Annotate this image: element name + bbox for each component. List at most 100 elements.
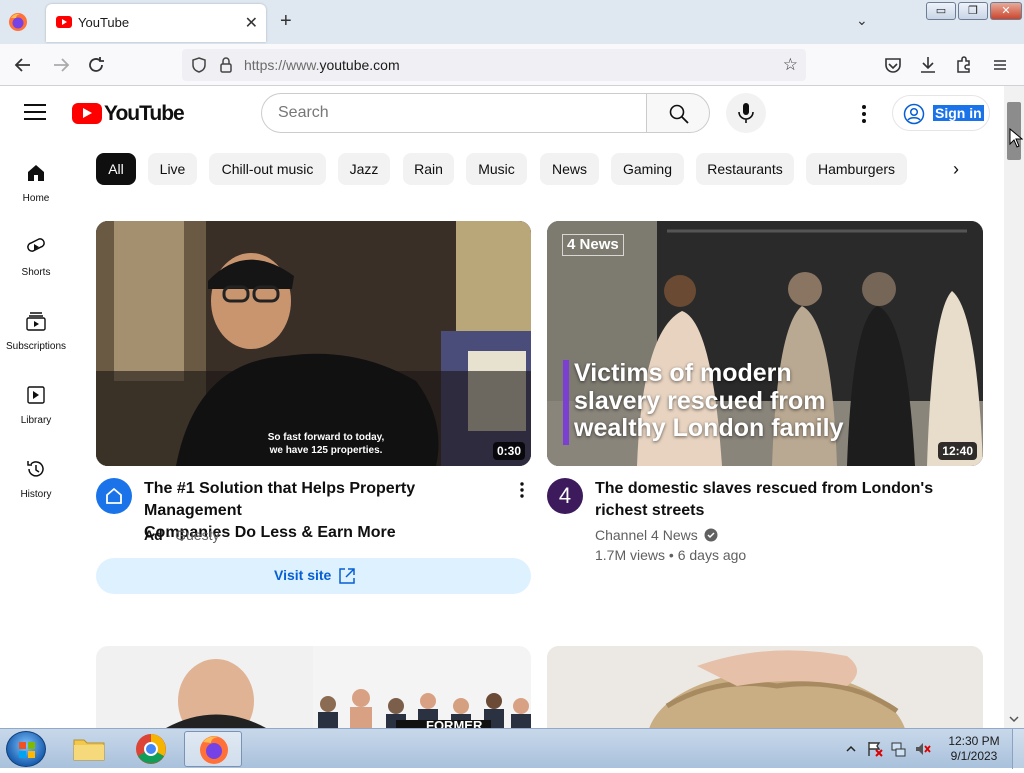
taskbar-file-explorer[interactable] — [60, 731, 118, 767]
thumbnail-headline-line1: Victims of modern — [574, 359, 792, 387]
guide-label-library: Library — [20, 415, 52, 426]
guide-item-library[interactable]: Library — [0, 372, 72, 432]
guide-item-history[interactable]: History — [0, 446, 72, 506]
action-center-flag-icon[interactable] — [866, 740, 884, 758]
chip-gaming[interactable]: Gaming — [611, 153, 684, 185]
list-all-tabs-button[interactable]: ⌄ — [856, 12, 868, 29]
youtube-masthead: YouTube Search Sign in — [0, 86, 1004, 142]
new-tab-button[interactable]: + — [280, 10, 292, 33]
chip-all[interactable]: All — [96, 153, 136, 185]
chip-music[interactable]: Music — [466, 153, 527, 185]
tab-close-icon[interactable]: ✕ — [245, 13, 258, 33]
settings-more-icon[interactable] — [852, 102, 876, 126]
url-text[interactable]: https://www.youtube.com — [244, 57, 400, 73]
youtube-wordmark: YouTube — [104, 102, 185, 125]
volume-muted-icon[interactable] — [914, 740, 932, 758]
video-title-line1: The #1 Solution that Helps Property Mana… — [144, 480, 416, 519]
guide-item-shorts[interactable]: Shorts — [0, 224, 72, 284]
video-title-channel4[interactable]: The domestic slaves rescued from London'… — [595, 478, 965, 522]
open-external-icon — [339, 568, 355, 584]
chip-live[interactable]: Live — [148, 153, 197, 185]
youtube-play-logo-icon — [72, 103, 102, 124]
show-desktop-button[interactable] — [1012, 729, 1024, 769]
account-circle-icon — [903, 103, 925, 125]
scroll-down-arrow-icon[interactable] — [1009, 714, 1019, 724]
thumbnail-caption-line1: So fast forward to today, — [267, 432, 385, 443]
guide-item-home[interactable]: Home — [0, 150, 72, 210]
maximize-button[interactable]: ❐ — [958, 2, 988, 20]
video-thumbnail-ad[interactable]: So fast forward to today, we have 125 pr… — [96, 221, 531, 466]
app-menu-icon[interactable] — [989, 54, 1011, 76]
guide-item-subscriptions[interactable]: Subscriptions — [0, 298, 72, 358]
tab-youtube[interactable]: YouTube ✕ — [46, 4, 266, 42]
voice-search-button[interactable] — [726, 93, 766, 133]
video-title-line2: richest streets — [595, 502, 705, 519]
taskbar-firefox[interactable] — [184, 731, 242, 767]
chip-jazz[interactable]: Jazz — [338, 153, 390, 185]
chip-restaurants[interactable]: Restaurants — [696, 153, 794, 185]
chip-rain[interactable]: Rain — [403, 153, 454, 185]
sign-in-label: Sign in — [933, 105, 984, 121]
start-button[interactable] — [6, 731, 46, 767]
show-hidden-icons-arrow-icon[interactable] — [846, 744, 856, 754]
network-icon[interactable] — [890, 740, 908, 758]
shorts-icon — [27, 238, 45, 252]
tab-title: YouTube — [78, 15, 130, 30]
page-scrollbar[interactable] — [1004, 86, 1024, 728]
taskbar-chrome[interactable] — [122, 731, 180, 767]
url-domain: youtube.com — [319, 57, 400, 73]
clock-time: 12:30 PM — [948, 734, 1000, 748]
microphone-icon — [738, 103, 754, 123]
search-input[interactable]: Search — [261, 93, 647, 133]
channel-avatar-guesty[interactable] — [96, 478, 132, 514]
lock-icon[interactable] — [218, 56, 234, 74]
window-close-button[interactable]: ✕ — [990, 2, 1022, 20]
video-thumbnail-row2-left[interactable]: FORMER — [96, 646, 531, 728]
thumbnail-headline-line2: slavery rescued from — [574, 386, 826, 415]
video-options-icon[interactable] — [512, 480, 532, 500]
chip-chill-out-music[interactable]: Chill-out music — [209, 153, 326, 185]
video-thumbnail-channel4[interactable]: 4 News Victims of modern slavery rescued… — [547, 221, 983, 466]
duration-badge: 12:40 — [938, 442, 977, 460]
visit-site-button[interactable]: Visit site — [96, 558, 531, 594]
firefox-icon — [200, 736, 228, 764]
channel-name-row: Channel 4 News — [595, 527, 718, 543]
sign-in-button[interactable]: Sign in — [892, 95, 990, 131]
reload-icon[interactable] — [85, 54, 107, 76]
tracking-protection-shield-icon[interactable] — [190, 56, 208, 74]
duration-badge: 0:30 — [492, 442, 525, 460]
chrome-icon — [136, 734, 166, 764]
video-thumbnail-row2-right[interactable] — [547, 646, 983, 728]
ad-channel-name[interactable]: · Guesty — [167, 527, 220, 543]
thumbnail-overlay-text: FORMER — [426, 718, 483, 728]
windows-taskbar: 12:30 PM 9/1/2023 — [0, 728, 1024, 769]
ad-meta: Ad · Guesty — [144, 527, 219, 543]
search-button[interactable] — [646, 93, 710, 133]
firefox-icon[interactable] — [8, 12, 28, 32]
minimize-button[interactable]: ▭ — [926, 2, 956, 20]
forward-arrow-icon[interactable] — [50, 54, 72, 76]
bookmark-star-icon[interactable]: ☆ — [783, 55, 798, 75]
channel4-news-brand: 4 News — [562, 234, 624, 256]
url-prefix: https://www. — [244, 57, 320, 73]
pocket-icon[interactable] — [882, 54, 904, 76]
guesty-logo-icon — [106, 487, 122, 504]
thumbnail-headline-line3: wealthy London family — [574, 414, 844, 442]
thumbnail-image-hair — [547, 646, 983, 728]
address-bar[interactable]: https://www.youtube.com ☆ — [182, 49, 806, 81]
extensions-icon[interactable] — [953, 54, 975, 76]
guide-label-history: History — [20, 489, 52, 500]
back-arrow-icon[interactable] — [12, 54, 34, 76]
chip-hamburgers[interactable]: Hamburgers — [806, 153, 907, 185]
thumbnail-headline: Victims of modern slavery rescued from w… — [574, 359, 974, 443]
guide-label-shorts: Shorts — [21, 267, 51, 278]
channel-avatar-channel4[interactable]: 4 — [547, 478, 583, 514]
downloads-icon[interactable] — [917, 54, 939, 76]
channel4-brand-text: News — [579, 236, 619, 253]
clock-date: 9/1/2023 — [950, 749, 998, 763]
channel-name[interactable]: Channel 4 News — [595, 527, 698, 543]
chips-next-chevron-icon[interactable]: › — [940, 153, 972, 185]
guide-menu-icon[interactable] — [24, 104, 46, 122]
system-clock[interactable]: 12:30 PM 9/1/2023 — [944, 734, 1004, 764]
chip-news[interactable]: News — [540, 153, 599, 185]
